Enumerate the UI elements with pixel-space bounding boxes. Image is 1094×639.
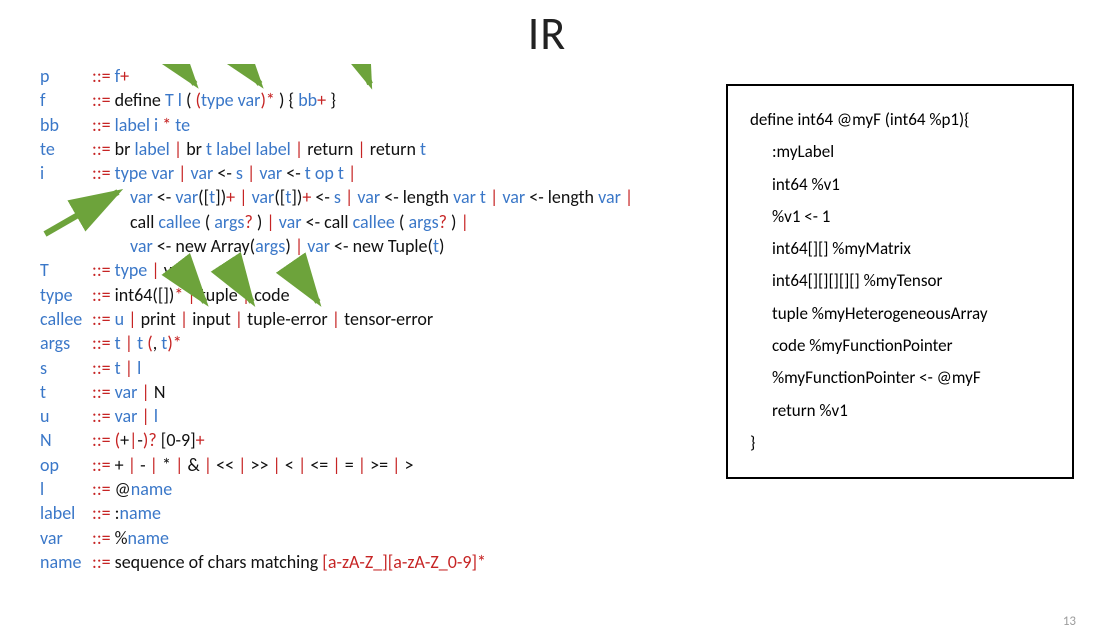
rule-t: t::= var | N [40, 380, 706, 404]
rule-N: N::= (+|-)? [0-9]+ [40, 428, 706, 452]
rule-name: name::= sequence of chars matching [a-zA… [40, 550, 706, 574]
rule-te: te::= br label | br t label label | retu… [40, 137, 706, 161]
code-line: define int64 @myF (int64 %p1){ [750, 104, 1050, 136]
rule-p: p::= f+ [40, 64, 706, 88]
rule-var: var::= %name [40, 526, 706, 550]
code-line: return %v1 [750, 395, 1050, 427]
rule-i-cont3: var <- new Array(args) | var <- new Tupl… [40, 234, 706, 258]
code-line: code %myFunctionPointer [750, 330, 1050, 362]
code-line: %myFunctionPointer <- @myF [750, 362, 1050, 394]
rule-op: op::= + | - | * | & | << | >> | < | <= |… [40, 453, 706, 477]
code-line: %v1 <- 1 [750, 201, 1050, 233]
grammar-block: p::= f+ f::= define T l ( (type var)* ) … [40, 64, 726, 574]
rule-type: type::= int64([])* | tuple | code [40, 283, 706, 307]
rule-T: T::= type | void [40, 258, 706, 282]
rule-label: label::= :name [40, 501, 706, 525]
code-example-box: define int64 @myF (int64 %p1){ :myLabel … [726, 84, 1074, 479]
code-line: int64[][] %myMatrix [750, 233, 1050, 265]
rule-bb: bb::= label i * te [40, 113, 706, 137]
slide-title: IR [0, 6, 1094, 62]
code-line: int64 %v1 [750, 169, 1050, 201]
content: p::= f+ f::= define T l ( (type var)* ) … [0, 64, 1094, 574]
rule-i-cont2: call callee ( args? ) | var <- call call… [40, 210, 706, 234]
rule-callee: callee::= u | print | input | tuple-erro… [40, 307, 706, 331]
rule-i-cont1: var <- var([t])+ | var([t])+ <- s | var … [40, 185, 706, 209]
rule-s: s::= t | l [40, 356, 706, 380]
rule-l: l::= @name [40, 477, 706, 501]
rule-args: args::= t | t (, t)* [40, 331, 706, 355]
code-line: :myLabel [750, 136, 1050, 168]
rule-i: i::= type var | var <- s | var <- t op t… [40, 161, 706, 185]
code-line: int64[][][][][] %myTensor [750, 265, 1050, 297]
rule-f: f::= define T l ( (type var)* ) { bb+ } [40, 88, 706, 112]
slide-number: 13 [1063, 614, 1076, 629]
code-line: tuple %myHeterogeneousArray [750, 298, 1050, 330]
code-line: } [750, 427, 1050, 459]
rule-u: u::= var | l [40, 404, 706, 428]
